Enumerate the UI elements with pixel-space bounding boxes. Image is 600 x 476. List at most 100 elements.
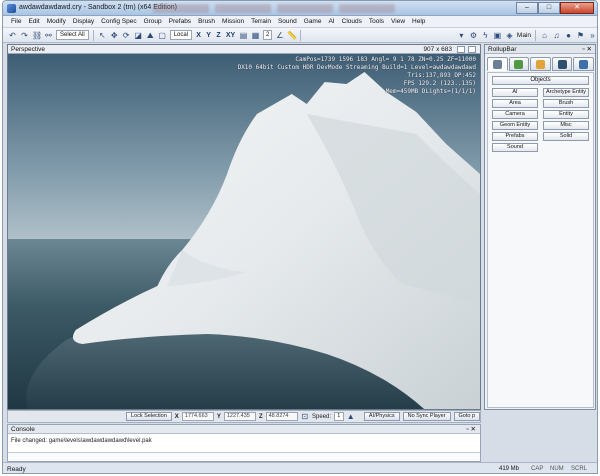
num-indicator: NUM [550, 466, 564, 472]
menu-edit[interactable]: Edit [28, 18, 39, 25]
close-button[interactable]: ✕ [560, 2, 594, 14]
physics-icon[interactable]: ⚙ [469, 31, 478, 40]
viewport-title[interactable]: Perspective [11, 46, 45, 53]
select-arrow-icon[interactable]: ↖ [98, 31, 107, 40]
maximize-button[interactable]: □ [538, 2, 560, 14]
redo-icon[interactable]: ↷ [20, 31, 29, 40]
menu-modify[interactable]: Modify [47, 18, 66, 25]
move-icon[interactable]: ✥ [110, 31, 119, 40]
viewport-maximize-icon[interactable] [468, 46, 476, 53]
object-prefabs-button[interactable]: Prefabs [492, 132, 538, 141]
tab-objects[interactable] [487, 57, 508, 71]
object-misc-button[interactable]: Misc [543, 121, 589, 130]
menu-brush[interactable]: Brush [198, 18, 215, 25]
terrain-scene[interactable] [8, 54, 480, 410]
object-archetype-entity-button[interactable]: Archetype Entity [543, 88, 589, 97]
menu-clouds[interactable]: Clouds [342, 18, 362, 25]
scale-icon[interactable]: ◪ [134, 31, 143, 40]
grid-snap-icon[interactable]: ▦ [251, 31, 260, 40]
unlink-icon[interactable]: ⚯ [44, 31, 53, 40]
menu-view[interactable]: View [391, 18, 405, 25]
speed-label: Speed: [312, 413, 332, 420]
lock-selection-button[interactable]: Lock Selection [126, 412, 172, 421]
axis-z-button[interactable]: Z [215, 32, 222, 39]
console-input[interactable] [8, 452, 480, 461]
object-solid-button[interactable]: Solid [543, 132, 589, 141]
console-title: Console [11, 426, 35, 433]
object-camera-button[interactable]: Camera [492, 110, 538, 119]
terrain-collision-icon[interactable]: ▲ [347, 412, 355, 421]
menu-tools[interactable]: Tools [369, 18, 384, 25]
menu-mission[interactable]: Mission [222, 18, 244, 25]
speed-spinner[interactable]: 1 [334, 412, 344, 421]
undo-icon[interactable]: ↶ [8, 31, 17, 40]
axis-y-button[interactable]: Y [205, 32, 212, 39]
camera-icon[interactable]: ▣ [493, 31, 502, 40]
link-icon[interactable]: ⛓ [32, 31, 42, 40]
terrain-follow-icon[interactable]: ▤ [239, 31, 248, 40]
console-pin-close[interactable]: ▫ ✕ [466, 425, 476, 433]
dropdown-arrow-icon[interactable]: ▾ [457, 31, 466, 40]
terrain-snap-icon[interactable]: ⛰ [146, 31, 155, 40]
status-bar: Ready 419 Mb CAP NUM SCRL [3, 462, 597, 473]
snap-value-dropdown[interactable]: 2 [263, 30, 273, 40]
menu-terrain[interactable]: Terrain [251, 18, 271, 25]
coordinate-system-dropdown[interactable]: Local [169, 30, 193, 40]
menu-sound[interactable]: Sound [278, 18, 297, 25]
flag-icon[interactable]: ⚑ [576, 31, 585, 40]
x-coordinate-field[interactable]: 1774.663 [181, 412, 214, 421]
menu-game[interactable]: Game [304, 18, 322, 25]
selection-dropdown[interactable]: Select All [56, 30, 89, 40]
main-view-label[interactable]: Main [517, 32, 531, 39]
menu-display[interactable]: Display [73, 18, 94, 25]
toolbar-separator [92, 29, 94, 41]
toolbar-separator [535, 29, 536, 41]
more-icon[interactable]: » [588, 31, 597, 40]
layer-icon[interactable]: ◈ [505, 31, 514, 40]
ruler-icon[interactable]: 📏 [287, 31, 297, 40]
angle-snap-icon[interactable]: ∠ [275, 31, 284, 40]
audio-icon[interactable]: ♫ [552, 31, 561, 40]
ai-physics-button[interactable]: AI/Physics [363, 412, 400, 421]
viewport-search-icon[interactable] [457, 46, 465, 53]
menu-group[interactable]: Group [144, 18, 162, 25]
objects-header[interactable]: Objects [492, 76, 589, 85]
minimize-button[interactable]: – [516, 2, 538, 14]
perspective-viewport[interactable]: Perspective 907 x 683 CamPos=1739 1596 1… [7, 44, 481, 410]
object-entity-button[interactable]: Entity [543, 110, 589, 119]
hud-line: FPS 129.2 (123..135) [403, 80, 476, 87]
tab-layers[interactable] [573, 57, 594, 71]
speed-lock-icon[interactable]: ⊡ [301, 412, 309, 421]
menu-file[interactable]: File [11, 18, 21, 25]
goto-position-button[interactable]: Goto p [453, 412, 481, 421]
hud-line: Tris:137,893 DP:452 [407, 72, 476, 79]
menu-prefabs[interactable]: Prefabs [169, 18, 191, 25]
no-sync-player-button[interactable]: No Sync Player [402, 412, 451, 421]
object-area-button[interactable]: Area [492, 99, 538, 108]
rollup-pin-close[interactable]: ▫ ✕ [582, 45, 592, 53]
globe-icon[interactable]: ● [564, 31, 573, 40]
lock-icon[interactable]: ⌂ [540, 31, 549, 40]
memory-usage: 419 Mb [499, 466, 520, 472]
hud-line: CamPos=1739 1596 183 Angl= 9 1 78 ZN=0.2… [295, 56, 476, 63]
tab-display[interactable] [551, 57, 573, 71]
title-bar[interactable]: awdawdawdawd.cry - Sandbox 2 (tm) (x64 E… [3, 1, 597, 16]
menu-config-spec[interactable]: Config Spec [101, 18, 136, 25]
tab-terrain[interactable] [508, 57, 530, 71]
object-ai-button[interactable]: AI [492, 88, 538, 97]
y-coordinate-field[interactable]: 1227.435 [223, 412, 256, 421]
menu-help[interactable]: Help [412, 18, 425, 25]
menu-ai[interactable]: AI [328, 18, 334, 25]
object-brush-button[interactable]: Brush [543, 99, 589, 108]
terrain-tab-icon [514, 59, 524, 69]
z-coordinate-field[interactable]: 48.8274 [265, 412, 298, 421]
rotate-icon[interactable]: ⟳ [122, 31, 131, 40]
object-geom-entity-button[interactable]: Geom Entity [492, 121, 538, 130]
lightning-icon[interactable]: ϟ [481, 31, 490, 40]
select-region-icon[interactable]: ▢ [158, 31, 167, 40]
axis-x-button[interactable]: X [195, 32, 202, 39]
viewport-header: Perspective 907 x 683 [8, 45, 480, 54]
object-sound-button[interactable]: Sound [492, 143, 538, 152]
tab-modify[interactable] [530, 57, 551, 71]
axis-xy-button[interactable]: XY [225, 32, 236, 39]
